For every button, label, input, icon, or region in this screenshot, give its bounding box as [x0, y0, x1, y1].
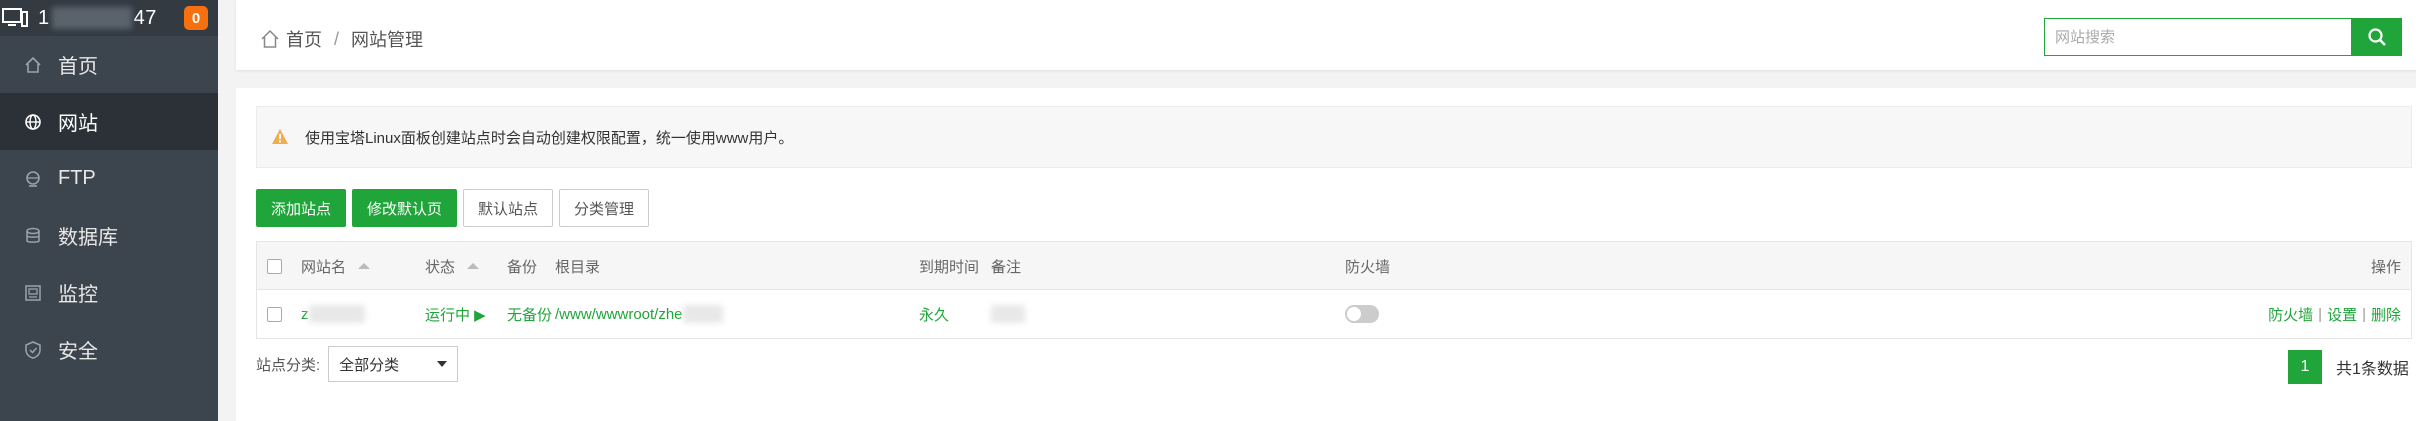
column-firewall: 防火墙 — [1345, 258, 1391, 276]
monitor-icon — [2, 8, 28, 27]
sidebar-item-database[interactable]: 数据库 — [0, 207, 218, 264]
sidebar: 1 47 0 首页 网站 FTP 数据库 监控 安全 — [0, 0, 218, 421]
breadcrumb-separator: / — [334, 28, 340, 49]
category-filter: 站点分类: 全部分类 — [256, 346, 459, 382]
sidebar-item-website[interactable]: 网站 — [0, 93, 218, 150]
site-name-link[interactable]: z — [301, 290, 365, 338]
header: 首页 / 网站管理 — [236, 0, 2416, 70]
firewall-toggle[interactable] — [1345, 305, 1379, 323]
notification-badge[interactable]: 0 — [184, 6, 208, 30]
total-count: 共1条数据 — [2336, 361, 2409, 378]
monitor-icon — [24, 284, 42, 302]
server-info: 1 47 0 — [0, 0, 218, 36]
breadcrumb-current: 网站管理 — [351, 30, 424, 50]
sort-up-icon — [467, 263, 480, 269]
settings-link[interactable]: 设置 — [2327, 304, 2357, 325]
column-ops: 操作 — [2370, 258, 2401, 276]
sort-up-icon — [358, 263, 371, 269]
column-name[interactable]: 网站名 — [301, 242, 371, 290]
toolbar: 添加站点 修改默认页 默认站点 分类管理 — [256, 189, 650, 227]
home-icon — [24, 56, 42, 74]
main-panel: 使用宝塔Linux面板创建站点时会自动创建权限配置，统一使用www用户。 添加站… — [236, 88, 2416, 421]
row-checkbox[interactable] — [267, 306, 282, 322]
sidebar-item-label: 监控 — [58, 284, 98, 306]
category-select[interactable]: 全部分类 — [328, 346, 459, 382]
site-remark[interactable] — [991, 290, 1025, 338]
shield-icon — [24, 340, 42, 359]
modify-default-page-button[interactable]: 修改默认页 — [352, 189, 458, 227]
sidebar-item-home[interactable]: 首页 — [0, 36, 218, 93]
site-search — [2044, 18, 2402, 56]
default-site-button[interactable]: 默认站点 — [463, 189, 554, 227]
sidebar-item-security[interactable]: 安全 — [0, 321, 218, 378]
ftp-icon — [24, 170, 42, 188]
add-site-button[interactable]: 添加站点 — [256, 189, 347, 227]
search-icon — [2368, 28, 2386, 46]
globe-icon — [24, 113, 42, 131]
row-ops: 防火墙 | 设置 | 删除 — [2268, 304, 2401, 325]
sidebar-item-monitor[interactable]: 监控 — [0, 264, 218, 321]
column-status[interactable]: 状态 — [425, 242, 480, 290]
sidebar-item-label: FTP — [58, 167, 96, 189]
category-manage-button[interactable]: 分类管理 — [559, 189, 650, 227]
site-backup[interactable]: 无备份 — [507, 290, 552, 338]
home-icon — [261, 29, 279, 48]
select-all-checkbox[interactable] — [267, 258, 282, 274]
sidebar-item-label: 安全 — [58, 341, 98, 363]
sidebar-item-label: 网站 — [58, 113, 98, 135]
sidebar-item-label: 首页 — [58, 56, 98, 78]
column-remark: 备注 — [991, 258, 1022, 276]
database-icon — [24, 227, 42, 245]
site-expire[interactable]: 永久 — [919, 290, 949, 338]
search-input[interactable] — [2044, 18, 2352, 56]
breadcrumb-home[interactable]: 首页 — [286, 26, 322, 52]
site-status[interactable]: 运行中 ▶ — [425, 290, 486, 338]
category-label: 站点分类: — [256, 356, 321, 374]
server-ip: 1 47 — [38, 6, 157, 30]
warning-icon — [272, 129, 288, 144]
firewall-link[interactable]: 防火墙 — [2268, 304, 2313, 325]
table-header: 网站名 状态 备份 根目录 到期时间 备注 防火墙 操作 — [257, 242, 2411, 290]
table-row: z 运行中 ▶ 无备份 /www/wwwroot/zhe 永久 防火墙 | 设置… — [257, 290, 2411, 338]
notice-bar: 使用宝塔Linux面板创建站点时会自动创建权限配置，统一使用www用户。 — [256, 106, 2412, 168]
sidebar-item-ftp[interactable]: FTP — [0, 150, 218, 207]
site-root-link[interactable]: /www/wwwroot/zhe — [555, 290, 723, 338]
chevron-down-icon — [437, 361, 448, 367]
column-root: 根目录 — [555, 258, 601, 276]
notice-text: 使用宝塔Linux面板创建站点时会自动创建权限配置，统一使用www用户。 — [305, 129, 794, 147]
sites-table: 网站名 状态 备份 根目录 到期时间 备注 防火墙 操作 z 运行中 ▶ 无备份… — [256, 241, 2412, 339]
pagination: 1 共1条数据 — [2288, 350, 2409, 384]
breadcrumb: 首页 / 网站管理 — [260, 26, 423, 52]
sidebar-item-label: 数据库 — [58, 227, 118, 249]
delete-link[interactable]: 删除 — [2371, 304, 2401, 325]
page-button[interactable]: 1 — [2288, 350, 2322, 384]
search-button[interactable] — [2352, 18, 2402, 56]
column-backup: 备份 — [507, 258, 538, 276]
